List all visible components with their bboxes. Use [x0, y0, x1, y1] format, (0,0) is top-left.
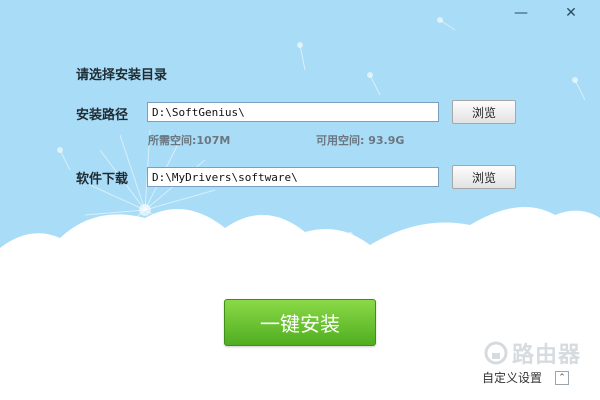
watermark-text: 路由器 — [512, 343, 582, 368]
install-path-input[interactable] — [147, 102, 439, 122]
download-path-input[interactable] — [147, 167, 439, 187]
download-path-label: 软件下载 — [76, 172, 129, 187]
custom-settings-link[interactable]: 自定义设置 — [482, 369, 542, 386]
available-space-text: 可用空间: 93.9G — [316, 134, 405, 147]
browse-download-path-button[interactable]: 浏览 — [452, 165, 516, 189]
router-icon — [484, 341, 508, 365]
minimize-button[interactable]: — — [510, 4, 532, 22]
one-click-install-button[interactable]: 一键安装 — [224, 299, 376, 346]
page-title: 请选择安装目录 — [76, 68, 168, 83]
expand-toggle-icon[interactable]: ⌃ — [555, 371, 569, 385]
installer-window: — ✕ 请选择安装目录 安装路径 浏览 所需空间:107M 可用空间: 93.9… — [0, 0, 600, 400]
required-space-text: 所需空间:107M — [148, 134, 231, 147]
install-path-label: 安装路径 — [76, 108, 129, 123]
watermark-logo: 路由器 — [484, 333, 594, 373]
close-button[interactable]: ✕ — [560, 4, 582, 22]
browse-install-path-button[interactable]: 浏览 — [452, 100, 516, 124]
